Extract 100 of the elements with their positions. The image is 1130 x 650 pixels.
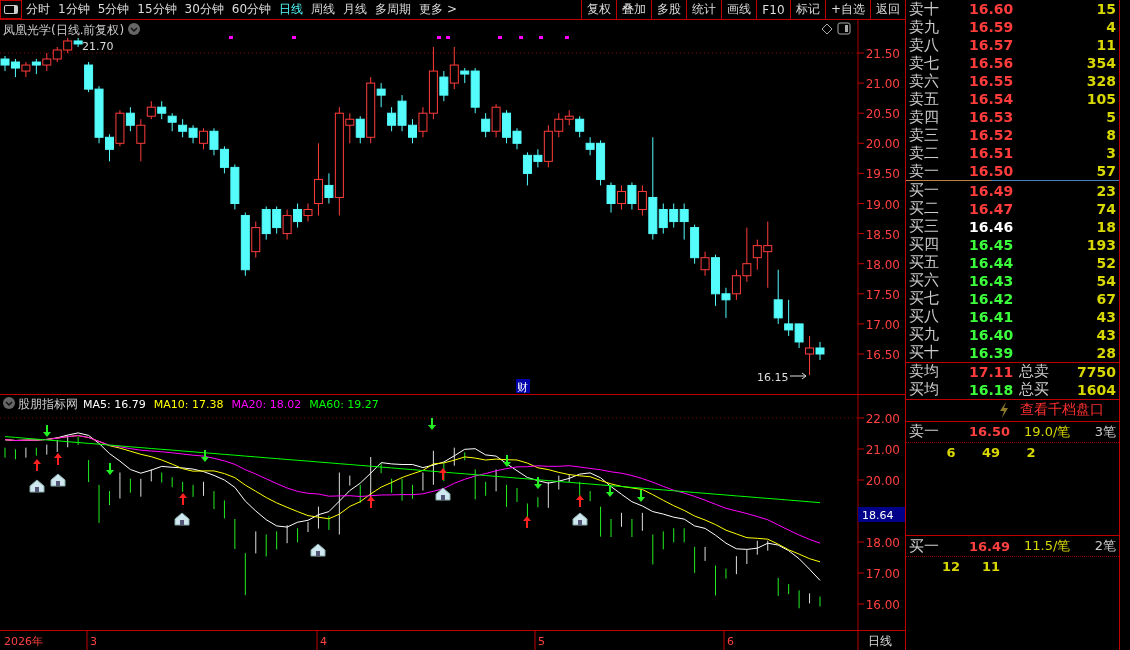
period-tab[interactable]: 60分钟 bbox=[227, 0, 276, 19]
axis-label: 20.00 bbox=[865, 137, 900, 152]
bid-price: 16.45 bbox=[969, 236, 1015, 253]
period-tab[interactable]: 周线 bbox=[307, 0, 340, 19]
bid-level-label: 买四 bbox=[909, 235, 940, 255]
date-label: 5 bbox=[538, 635, 545, 648]
axis-label: 22.00 bbox=[865, 412, 900, 426]
toolbar-button[interactable]: 统计 bbox=[685, 0, 721, 19]
ask-price: 16.52 bbox=[969, 127, 1015, 143]
total-volume: 1604 bbox=[1076, 381, 1116, 398]
bid-price: 16.47 bbox=[969, 200, 1015, 217]
ma-legend: MA10: 17.38 bbox=[153, 398, 224, 411]
period-label: 日线 bbox=[868, 634, 892, 648]
ask-volume: 3 bbox=[1105, 145, 1116, 161]
queue-label: 卖一 bbox=[909, 422, 940, 442]
ma-legend: MA20: 18.02 bbox=[231, 398, 302, 411]
ask-volume: 354 bbox=[1085, 55, 1116, 71]
ask-level-label: 卖三 bbox=[909, 125, 940, 145]
average-price: 17.11 bbox=[969, 363, 1015, 380]
date-label: 4 bbox=[320, 635, 327, 648]
period-tab[interactable]: 日线 bbox=[275, 0, 308, 19]
order-count: 3笔 bbox=[1093, 422, 1116, 441]
queue-price: 16.49 bbox=[969, 538, 1012, 554]
bid-level-label: 买一 bbox=[909, 181, 940, 201]
bid-volume: 18 bbox=[1095, 218, 1116, 235]
axis-label: 20.00 bbox=[865, 474, 900, 488]
bid-level-label: 买二 bbox=[909, 199, 940, 219]
current-value-tag: 18.64 bbox=[858, 507, 905, 522]
ask-price: 16.53 bbox=[969, 109, 1015, 125]
period-tab[interactable]: 多周期 bbox=[371, 0, 416, 19]
order-size: 11 bbox=[980, 559, 1002, 575]
toolbar-button[interactable]: F10 bbox=[755, 0, 790, 19]
order-size: 12 bbox=[940, 559, 962, 575]
ma-legend: MA60: 19.27 bbox=[309, 398, 379, 411]
period-tab[interactable]: 分时 bbox=[22, 0, 54, 19]
ask-level-label: 卖八 bbox=[909, 35, 940, 55]
ask-level-label: 卖四 bbox=[909, 107, 940, 127]
bid-level-label: 买五 bbox=[909, 253, 940, 272]
average-per-order: 11.5/笔 bbox=[1024, 537, 1072, 556]
total-volume: 7750 bbox=[1076, 363, 1116, 380]
toolbar-button[interactable]: +自选 bbox=[824, 0, 870, 19]
axis-label: 19.50 bbox=[865, 167, 900, 182]
bid-level-label: 买八 bbox=[909, 307, 940, 326]
bid-volume: 193 bbox=[1085, 236, 1116, 253]
bid-volume: 67 bbox=[1095, 290, 1116, 307]
toolbar-button[interactable]: 多股 bbox=[650, 0, 686, 19]
ask-price: 16.60 bbox=[969, 1, 1015, 17]
bid-volume: 52 bbox=[1095, 254, 1116, 271]
average-label: 卖均 bbox=[909, 362, 940, 382]
bid-volume: 43 bbox=[1095, 326, 1116, 343]
axis-label: 20.50 bbox=[865, 107, 900, 122]
toolbar-button[interactable]: 画线 bbox=[720, 0, 756, 19]
ask-price: 16.54 bbox=[969, 91, 1015, 107]
axis-label: 18.00 bbox=[865, 536, 900, 550]
toolbar-button[interactable]: 标记 bbox=[789, 0, 825, 19]
axis-label: 21.50 bbox=[865, 47, 900, 61]
ask-level-label: 卖二 bbox=[909, 143, 940, 163]
total-label: 总卖 bbox=[1019, 362, 1050, 382]
bid-price: 16.44 bbox=[969, 254, 1015, 271]
bid-volume: 54 bbox=[1095, 272, 1116, 289]
depth-link[interactable]: 查看千档盘口 bbox=[1020, 401, 1104, 420]
order-size: 2 bbox=[1025, 444, 1037, 460]
period-tab[interactable]: 15分钟 bbox=[133, 0, 181, 19]
date-label: 6 bbox=[727, 635, 734, 648]
period-tab[interactable]: 1分钟 bbox=[54, 0, 94, 19]
ask-volume: 4 bbox=[1105, 19, 1116, 35]
date-label: 3 bbox=[90, 635, 97, 648]
ask-price: 16.59 bbox=[969, 19, 1015, 35]
period-tab[interactable]: 5分钟 bbox=[93, 0, 134, 19]
ask-level-label: 卖九 bbox=[909, 17, 940, 37]
bid-price: 16.46 bbox=[969, 218, 1015, 235]
axis-label: 21.00 bbox=[865, 443, 900, 457]
ask-price: 16.50 bbox=[969, 163, 1015, 179]
axis-label: 18.00 bbox=[865, 257, 900, 272]
bid-level-label: 买十 bbox=[909, 343, 940, 363]
ask-level-label: 卖五 bbox=[909, 89, 940, 109]
period-tab[interactable]: 月线 bbox=[339, 0, 372, 19]
bid-price: 16.41 bbox=[969, 308, 1015, 325]
period-tab[interactable]: 更多 > bbox=[415, 0, 461, 19]
period-tab[interactable]: 30分钟 bbox=[180, 0, 228, 19]
bid-price: 16.43 bbox=[969, 272, 1015, 289]
ask-level-label: 卖十 bbox=[909, 0, 940, 19]
toolbar-button[interactable]: 返回 bbox=[870, 0, 905, 19]
axis-label: 17.00 bbox=[865, 567, 900, 581]
queue-label: 买一 bbox=[909, 536, 940, 556]
order-count: 2笔 bbox=[1093, 537, 1116, 556]
finance-marker[interactable]: 财 bbox=[516, 379, 530, 394]
toolbar-button[interactable]: 复权 bbox=[580, 0, 616, 19]
bid-volume: 74 bbox=[1095, 200, 1116, 217]
ask-volume: 328 bbox=[1085, 73, 1116, 89]
bid-level-label: 买三 bbox=[909, 217, 940, 237]
bid-volume: 23 bbox=[1095, 182, 1116, 199]
axis-label: 19.00 bbox=[865, 197, 900, 212]
bid-level-label: 买七 bbox=[909, 289, 940, 309]
ask-volume: 15 bbox=[1095, 1, 1116, 17]
bid-price: 16.49 bbox=[969, 182, 1015, 199]
axis-label: 18.50 bbox=[865, 227, 900, 242]
bid-volume: 43 bbox=[1095, 308, 1116, 325]
toolbar-button[interactable]: 叠加 bbox=[615, 0, 651, 19]
average-label: 买均 bbox=[909, 380, 940, 400]
